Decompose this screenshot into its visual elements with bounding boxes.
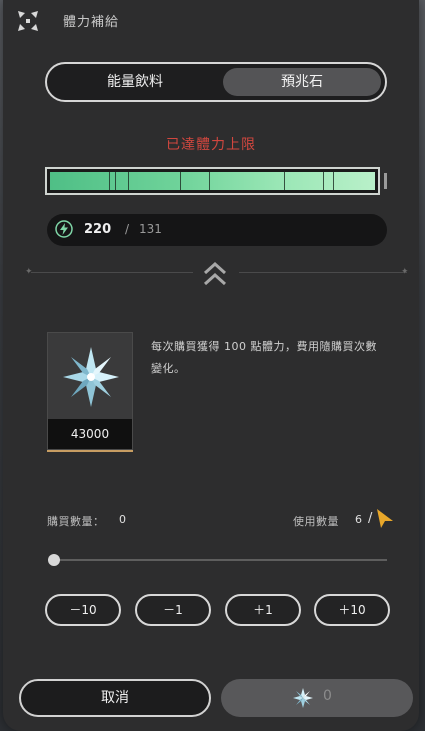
energy-max: 131 (139, 222, 162, 236)
usage-slash: / (368, 511, 373, 526)
energy-current: 220 (84, 222, 112, 237)
item-price: 43000 (48, 419, 132, 449)
divider-left (31, 272, 193, 273)
minus-1-button[interactable]: －1 (135, 594, 211, 626)
tab-energy-drink[interactable]: 能量飲料 (53, 68, 217, 96)
usage-quantity-value: 6 (355, 513, 362, 526)
buy-button[interactable]: 0 (221, 679, 413, 717)
bar-segment (115, 172, 116, 190)
buy-amount: 0 (323, 688, 332, 704)
energy-readout: 220 / 131 (47, 214, 387, 246)
quantity-slider-track[interactable] (53, 559, 387, 561)
bar-segment (323, 172, 324, 190)
stamina-bar (45, 167, 380, 195)
tab-omen-stone[interactable]: 預兆石 (223, 68, 381, 96)
bar-segment (128, 172, 129, 190)
stamina-max-notice: 已達體力上限 (166, 137, 256, 153)
tab-bar: 能量飲料 預兆石 (45, 62, 387, 102)
logo-icon (18, 11, 38, 31)
divider-dot-icon: ✦ (401, 267, 409, 277)
panel-title: 體力補給 (63, 15, 120, 30)
divider-right (239, 272, 407, 273)
plus-10-button[interactable]: ＋10 (314, 594, 390, 626)
divider-dot-icon: ✦ (25, 267, 33, 277)
bar-segment (108, 172, 110, 190)
lightning-icon (55, 220, 73, 238)
energy-slash: / (125, 222, 130, 236)
plus-1-button[interactable]: ＋1 (225, 594, 301, 626)
panel-header: 體力補給 (3, 0, 419, 40)
omen-stone-icon (63, 347, 119, 407)
usage-quantity-label: 使用數量 (293, 515, 339, 528)
stamina-bar-fill (50, 172, 375, 190)
bar-segment (332, 172, 334, 190)
double-chevron-up-icon[interactable] (200, 259, 230, 289)
bar-segment (209, 172, 211, 190)
bar-segment (284, 172, 285, 190)
purchase-quantity-label: 購買數量： (47, 515, 105, 528)
purchase-quantity-value: 0 (119, 513, 126, 526)
omen-stone-card[interactable]: 43000 (47, 332, 133, 450)
bar-segment (180, 172, 181, 190)
cursor-arrow-icon (377, 509, 393, 528)
cancel-button[interactable]: 取消 (19, 679, 211, 717)
quantity-slider-thumb[interactable] (48, 554, 60, 566)
item-description: 每次購買獲得 100 點體力，費用隨購買次數變化。 (151, 340, 377, 375)
omen-stone-icon (293, 688, 313, 708)
stamina-supply-panel: 體力補給 能量飲料 預兆石 已達體力上限 220 / 131 ✦ ✦ 43000… (3, 0, 419, 731)
stamina-bar-cap (384, 173, 387, 189)
minus-10-button[interactable]: －10 (45, 594, 121, 626)
